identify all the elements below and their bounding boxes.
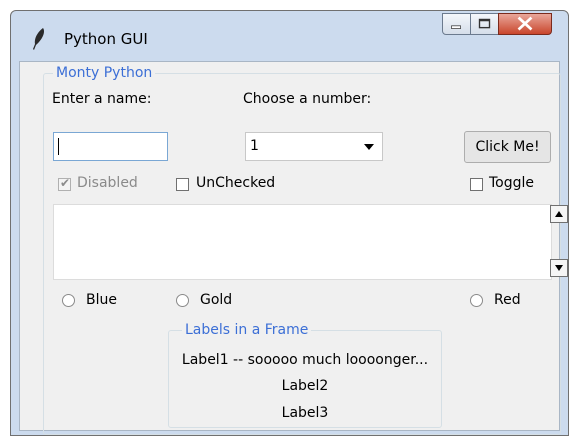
toggle-checkbox-label[interactable]: Toggle [489, 175, 534, 191]
number-label: Choose a number: [243, 91, 372, 107]
unchecked-checkbox[interactable] [176, 178, 189, 191]
close-button[interactable] [498, 13, 552, 35]
maximize-button[interactable] [470, 13, 499, 35]
name-input[interactable] [53, 132, 168, 161]
toggle-checkbox[interactable] [470, 178, 483, 191]
unchecked-checkbox-label[interactable]: UnChecked [196, 175, 275, 191]
scroll-down-icon [555, 265, 563, 271]
disabled-checkbox-label: Disabled [77, 175, 138, 191]
radio-gold[interactable] [176, 294, 189, 307]
close-icon [517, 16, 533, 31]
minimize-icon [451, 25, 461, 29]
scrolled-text-area[interactable] [53, 204, 552, 280]
click-me-button[interactable]: Click Me! [464, 131, 551, 163]
radio-blue-label[interactable]: Blue [86, 292, 117, 308]
scroll-up-icon [555, 211, 563, 217]
app-window: Python GUI Monty Python Enter a name: Ch… [10, 10, 569, 436]
minimize-button[interactable] [442, 13, 471, 35]
maximize-icon [478, 18, 491, 29]
number-combobox[interactable]: 1 [245, 132, 383, 161]
radio-gold-label[interactable]: Gold [200, 292, 232, 308]
number-combobox-value: 1 [250, 138, 259, 154]
scroll-up-button[interactable] [550, 205, 568, 223]
name-label: Enter a name: [52, 91, 152, 107]
text-caret [58, 138, 59, 155]
label-3: Label3 [281, 405, 329, 421]
feather-icon [33, 28, 45, 50]
disabled-checkbox: ✔ [58, 176, 71, 191]
scroll-down-button[interactable] [550, 259, 568, 277]
radio-blue[interactable] [62, 294, 75, 307]
checkmark-icon: ✔ [60, 176, 71, 190]
monty-python-frame-title: Monty Python [53, 65, 156, 81]
window-title: Python GUI [64, 30, 148, 48]
radio-red-label[interactable]: Red [494, 292, 521, 308]
label-2: Label2 [281, 378, 329, 394]
labels-frame-title: Labels in a Frame [182, 322, 312, 338]
label-1: Label1 -- sooooo much loooonger... [181, 352, 429, 368]
client-area: Monty Python Enter a name: Choose a numb… [19, 61, 568, 435]
chevron-down-icon [364, 144, 374, 150]
radio-red[interactable] [470, 294, 483, 307]
